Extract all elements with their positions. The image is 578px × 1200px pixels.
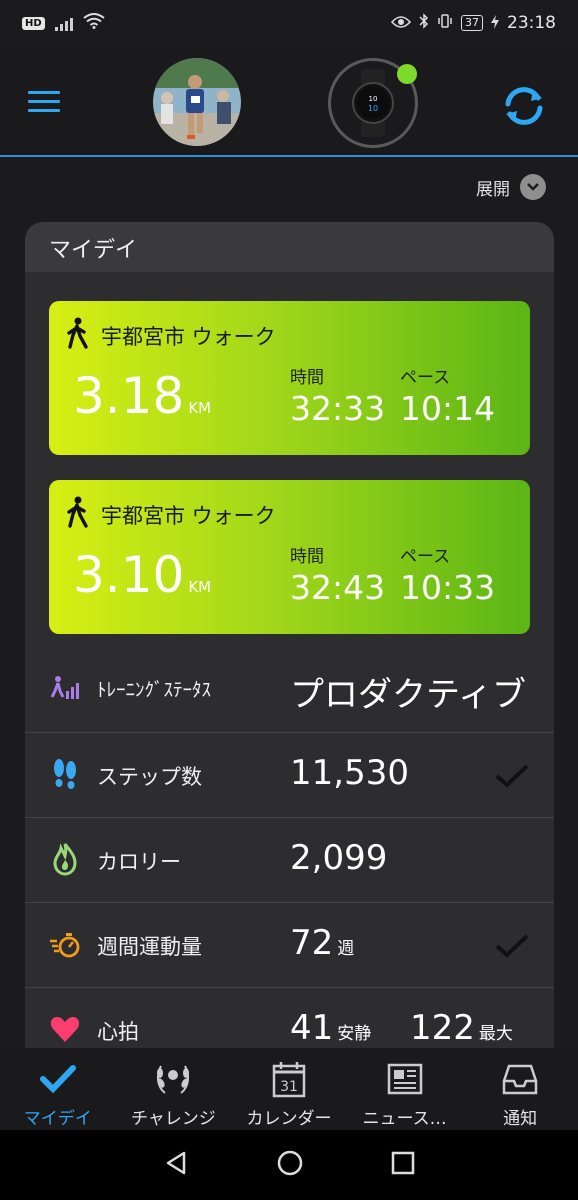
cellular-signal-icon	[54, 15, 73, 31]
row-label: ﾄﾚｰﾆﾝｸﾞｽﾃｰﾀｽ	[97, 679, 212, 701]
avatar[interactable]	[153, 58, 241, 146]
battery-indicator: 37	[461, 15, 483, 31]
app-header: 10 10	[0, 46, 578, 156]
training-status-row[interactable]: ﾄﾚｰﾆﾝｸﾞｽﾃｰﾀｽ プロダクティブ	[25, 647, 554, 732]
row-unit: 週	[337, 939, 355, 959]
header-divider	[0, 155, 578, 157]
distance-unit: KM	[188, 399, 212, 417]
nav-notifications[interactable]: 通知	[462, 1048, 578, 1130]
back-icon[interactable]	[163, 1150, 189, 1180]
row-value: プロダクティブ	[290, 675, 526, 715]
row-label: 心拍	[97, 1020, 139, 1044]
pace-value: 10:33	[400, 568, 496, 607]
walking-icon	[65, 496, 91, 528]
row-unit: 最大	[478, 1024, 513, 1044]
pace-label: ペース	[400, 368, 451, 388]
row-value: 11,530	[290, 753, 409, 793]
activity-title: 宇都宮市 ウォーク	[101, 325, 276, 349]
goal-check-icon	[494, 763, 530, 789]
training-status-icon	[49, 671, 81, 705]
watch-connected-dot	[397, 64, 417, 84]
max-heart-rate: 122 最大	[410, 1008, 513, 1048]
stopwatch-icon	[49, 927, 81, 961]
time-label: 時間	[290, 368, 324, 388]
pace-label: ペース	[400, 547, 451, 567]
time-value: 32:33	[290, 389, 386, 428]
check-icon	[38, 1060, 78, 1098]
row-label: ステップ数	[97, 765, 202, 789]
steps-row[interactable]: ステップ数 11,530	[25, 732, 554, 817]
row-label: カロリー	[97, 850, 181, 874]
activity-title: 宇都宮市 ウォーク	[101, 504, 276, 528]
nav-label: ニュース…	[362, 1109, 447, 1129]
card-title: マイデイ	[25, 222, 554, 272]
calendar-icon: 31	[269, 1060, 309, 1098]
pace-value: 10:14	[400, 389, 496, 428]
row-value: 2,099	[290, 838, 388, 878]
vibrate-icon	[437, 13, 453, 33]
nav-my-day[interactable]: マイデイ	[0, 1048, 116, 1130]
charging-icon	[491, 14, 499, 33]
expand-label: 展開	[476, 179, 510, 200]
bottom-nav: マイデイ チャレンジ 31 カレンダー ニュース… 通知	[0, 1048, 578, 1130]
nav-calendar[interactable]: 31 カレンダー	[231, 1048, 347, 1130]
recents-icon[interactable]	[391, 1151, 415, 1179]
sync-icon[interactable]	[500, 82, 548, 130]
weekly-intensity-row[interactable]: 週間運動量 72 週	[25, 902, 554, 987]
my-day-card: マイデイ 宇都宮市 ウォーク 3.18 KM 時間 32:33 ペース 10:14…	[25, 222, 554, 1062]
svg-text:10: 10	[368, 104, 378, 113]
flame-icon	[49, 842, 81, 876]
distance-unit: KM	[188, 578, 212, 596]
bluetooth-icon	[419, 13, 429, 33]
time-value: 32:43	[290, 568, 386, 607]
footsteps-icon	[49, 757, 81, 791]
row-value: 72 週	[290, 923, 355, 963]
system-nav-bar	[0, 1130, 578, 1200]
expand-toggle[interactable]: 展開	[476, 174, 546, 200]
nav-challenges[interactable]: チャレンジ	[116, 1048, 232, 1130]
nav-news[interactable]: ニュース…	[347, 1048, 463, 1130]
svg-text:10: 10	[369, 95, 378, 103]
status-bar: HD 37 23:18	[0, 0, 578, 46]
row-label: 週間運動量	[97, 935, 202, 959]
nav-label: 通知	[503, 1109, 538, 1129]
heart-icon	[49, 1012, 81, 1046]
inbox-icon	[500, 1060, 540, 1098]
time-label: 時間	[290, 547, 324, 567]
activity-distance: 3.18 KM	[73, 367, 212, 425]
nav-label: マイデイ	[23, 1109, 92, 1129]
clock-time: 23:18	[507, 13, 556, 33]
activity-distance: 3.10 KM	[73, 546, 212, 604]
activity-card[interactable]: 宇都宮市 ウォーク 3.18 KM 時間 32:33 ペース 10:14	[49, 301, 530, 455]
laurel-icon	[153, 1060, 193, 1098]
nav-label: カレンダー	[246, 1109, 332, 1129]
svg-text:31: 31	[280, 1079, 298, 1095]
walking-icon	[65, 317, 91, 349]
nav-label: チャレンジ	[130, 1109, 216, 1129]
newspaper-icon	[385, 1060, 425, 1098]
menu-icon[interactable]	[28, 91, 62, 113]
goal-check-icon	[494, 933, 530, 959]
resting-heart-rate: 41 安静	[290, 1008, 372, 1048]
chevron-down-icon	[520, 174, 546, 200]
wifi-icon	[83, 13, 105, 33]
home-icon[interactable]	[276, 1149, 304, 1181]
eye-icon	[390, 14, 412, 33]
activity-card[interactable]: 宇都宮市 ウォーク 3.10 KM 時間 32:43 ペース 10:33	[49, 480, 530, 634]
row-unit: 安静	[337, 1024, 372, 1044]
calories-row[interactable]: カロリー 2,099	[25, 817, 554, 902]
hd-badge: HD	[22, 16, 45, 30]
